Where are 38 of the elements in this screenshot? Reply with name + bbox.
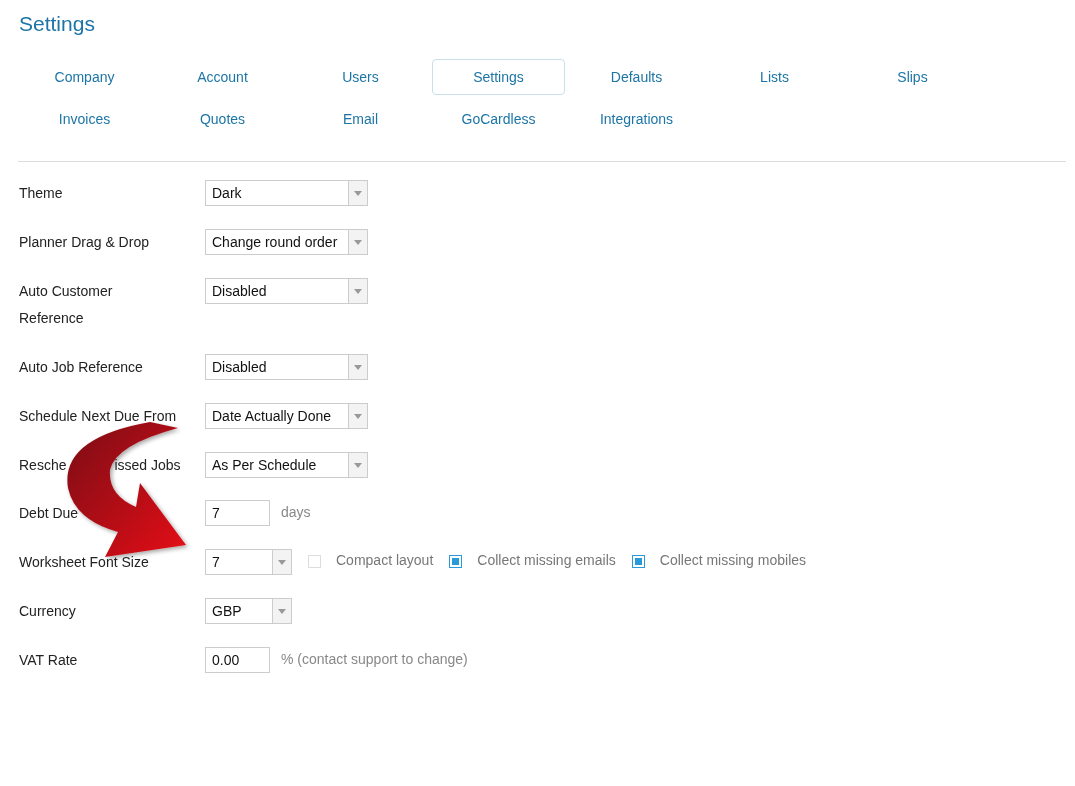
unit-text: % (contact support to change) xyxy=(281,650,468,667)
caret-icon xyxy=(354,288,362,294)
caret-icon xyxy=(278,608,286,614)
checkbox-label: Collect missing emails xyxy=(477,551,616,568)
caret-icon xyxy=(354,462,362,468)
dropdown[interactable]: Disabled xyxy=(205,278,368,304)
page-title: Settings xyxy=(19,11,96,37)
unit-text: days xyxy=(281,503,311,520)
field-label: Resche xyxy=(19,457,67,473)
field-label: Planner Drag & Drop xyxy=(19,233,149,252)
field-label: Auto Customer Reference xyxy=(19,282,114,328)
dropdown[interactable]: Date Actually Done xyxy=(205,403,368,429)
field-label: Theme xyxy=(19,184,63,203)
input-field[interactable]: 0.00 xyxy=(205,647,270,673)
field-label: Currency xyxy=(19,602,76,621)
dropdown[interactable]: 7 xyxy=(205,549,292,575)
field-label: Auto Job Reference xyxy=(19,358,143,377)
tab[interactable]: Settings xyxy=(432,59,565,95)
field-label: issed Jobs xyxy=(114,457,181,473)
caret-icon xyxy=(354,190,362,196)
field-label: Schedule Next Due From xyxy=(19,407,177,426)
checkbox-label: Collect missing mobiles xyxy=(659,551,807,568)
caret-icon xyxy=(354,413,362,419)
field-label: Worksheet Font Size xyxy=(19,553,149,572)
dropdown[interactable]: GBP xyxy=(205,598,292,624)
caret-icon xyxy=(278,559,286,565)
input-field[interactable]: 7 xyxy=(205,500,270,526)
field-label: Debt Due xyxy=(19,504,79,523)
caret-icon xyxy=(354,239,362,245)
dropdown[interactable]: As Per Schedule xyxy=(205,452,368,478)
dropdown[interactable]: Disabled xyxy=(205,354,368,380)
checkbox[interactable] xyxy=(449,555,463,568)
dropdown[interactable]: Dark xyxy=(205,180,368,206)
checkbox-label: Compact layout xyxy=(336,551,434,568)
checkbox[interactable] xyxy=(631,555,645,568)
field-label: VAT Rate xyxy=(19,651,78,670)
dropdown[interactable]: Change round order xyxy=(205,229,368,255)
caret-icon xyxy=(354,364,362,370)
